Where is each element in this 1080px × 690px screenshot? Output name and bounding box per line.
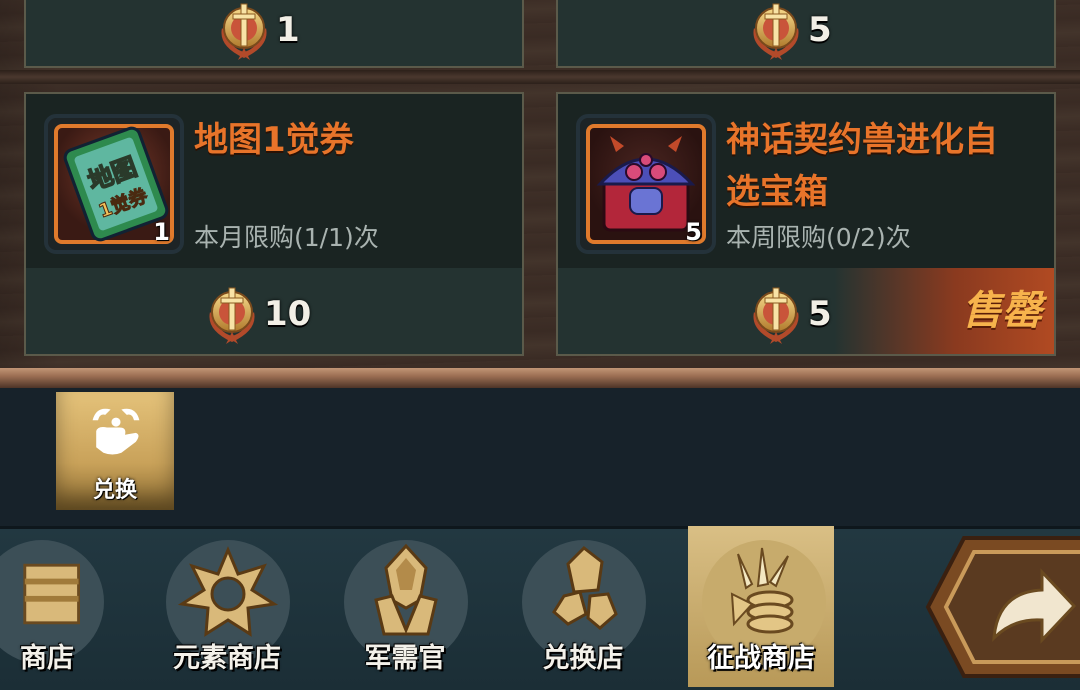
item-quantity: 5 xyxy=(685,218,702,246)
nav-label: 元素商店 xyxy=(173,643,281,674)
nav-item-conquest-shop[interactable]: 征战商店 xyxy=(688,526,834,687)
price-value: 5 xyxy=(808,294,832,334)
price-value: 5 xyxy=(808,10,832,50)
shop-item-card[interactable]: 地图 1觉券 1 地图1觉券 本月限购(1/1)次 10 xyxy=(24,92,524,356)
sold-out-label: 售罄 xyxy=(962,288,1042,334)
panel-trim xyxy=(0,368,1080,388)
element-star-icon xyxy=(178,546,278,637)
nav-item-quartermaster[interactable]: 军需官 xyxy=(330,526,480,687)
price: 5 xyxy=(746,0,832,62)
quartermaster-icon xyxy=(374,543,438,636)
return-arrow-icon[interactable] xyxy=(924,532,1080,682)
nav-label: 商店 xyxy=(20,643,74,674)
conquest-coins-icon xyxy=(730,547,794,634)
price: 1 xyxy=(214,0,300,62)
shop-item-card[interactable]: 5 xyxy=(556,0,1056,68)
nav-item-shop[interactable]: 商店 xyxy=(0,526,116,687)
item-icon-frame: 地图 1觉券 1 xyxy=(44,114,184,254)
conquest-medal-icon xyxy=(220,3,268,61)
purchase-limit: 本月限购(1/1)次 xyxy=(194,223,379,252)
sub-tab-exchange[interactable]: 兑换 xyxy=(56,392,174,510)
nav-item-element-shop[interactable]: 元素商店 xyxy=(152,526,302,687)
nav-label: 兑换店 xyxy=(542,643,624,674)
item-name-line2: 选宝箱 xyxy=(726,172,828,212)
purchase-limit: 本周限购(0/2)次 xyxy=(726,223,911,252)
item-quantity: 1 xyxy=(153,218,170,246)
price: 10 xyxy=(202,282,311,346)
price-value: 1 xyxy=(276,10,300,50)
exchange-hands-icon xyxy=(92,408,140,455)
shelf-divider xyxy=(0,70,1080,84)
item-name: 神话契约兽进化自 选宝箱 xyxy=(726,114,998,218)
shop-item-card[interactable]: 1 xyxy=(24,0,524,68)
price-value: 10 xyxy=(264,294,312,334)
price: 5 xyxy=(746,282,832,346)
shop-item-card[interactable]: 5 神话契约兽进化自 选宝箱 本周限购(0/2)次 5 售罄 xyxy=(556,92,1056,356)
item-name-line1: 神话契约兽进化自 xyxy=(726,120,998,160)
shop-icon xyxy=(23,563,80,625)
item-icon-frame: 5 xyxy=(576,114,716,254)
conquest-medal-icon xyxy=(208,287,256,345)
nav-item-exchange-shop[interactable]: 兑换店 xyxy=(508,526,658,687)
crystal-icon xyxy=(552,546,618,630)
item-name: 地图1觉券 xyxy=(194,120,354,160)
conquest-medal-icon xyxy=(752,3,800,61)
sub-tab-label: 兑换 xyxy=(92,478,137,503)
conquest-medal-icon xyxy=(752,287,800,345)
nav-label: 军需官 xyxy=(364,643,446,674)
nav-label: 征战商店 xyxy=(707,643,815,674)
